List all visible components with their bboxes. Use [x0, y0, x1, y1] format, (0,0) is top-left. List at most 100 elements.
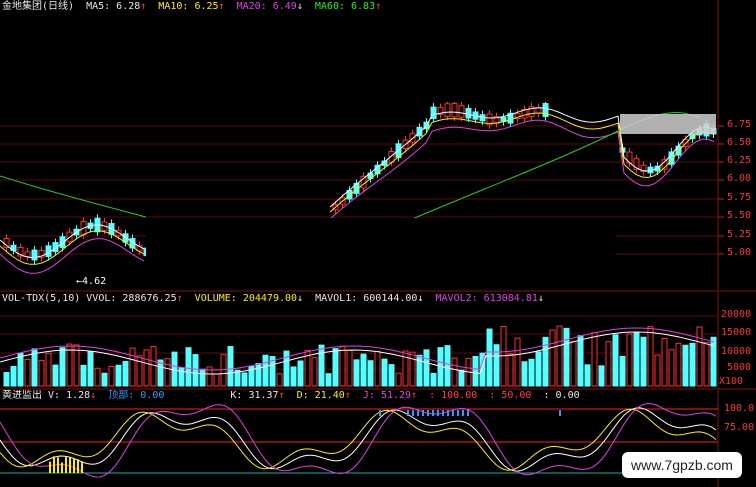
volume-bar: [535, 351, 542, 387]
volume-bar: [661, 338, 668, 387]
volume-bar: [570, 340, 577, 387]
y-tick-5-50: 5.50: [727, 210, 752, 221]
volume-bar: [668, 349, 675, 387]
volume-panel: VOL-TDX(5,10) VVOL: 288676.25↑ VOLUME: 2…: [0, 292, 756, 390]
volume-bar: [675, 342, 682, 387]
volume-bar: [451, 357, 458, 387]
volume-bar: [108, 365, 115, 387]
volume-bar: [262, 354, 269, 387]
volume-bar: [339, 345, 346, 387]
low-price-marker: ←4.62: [76, 276, 107, 287]
volume-bar: [143, 349, 150, 387]
volume-bar: [115, 364, 122, 387]
volume-bar: [710, 336, 717, 387]
volume-bar: [87, 351, 94, 387]
volume-chart: [0, 292, 756, 390]
ind-tick-100: 100.0: [724, 403, 755, 414]
y-tick-5-25: 5.25: [727, 229, 752, 240]
volume-bar: [122, 360, 129, 387]
masked-area-top: [430, 0, 716, 102]
candle-body: [59, 236, 66, 248]
y-tick-6-25: 6.25: [727, 155, 752, 166]
volume-bar: [514, 337, 521, 387]
volume-bar: [332, 348, 339, 387]
volume-bar: [353, 359, 360, 387]
volume-bar: [52, 364, 59, 387]
volume-bar: [381, 358, 388, 387]
volume-bar: [458, 369, 465, 387]
volume-bar: [577, 335, 584, 387]
volume-bar: [556, 325, 563, 387]
volume-bar: [549, 329, 556, 387]
price-chart: [0, 0, 756, 292]
k-line: [0, 407, 717, 472]
volume-bar: [626, 333, 633, 387]
volume-bar: [311, 357, 318, 387]
volume-bar: [94, 367, 101, 387]
volume-bar: [255, 363, 262, 387]
price-panel: 金地集团(日线) MA5: 6.28↑ MA10: 6.25↑ MA20: 6.…: [0, 0, 756, 292]
volume-bar: [598, 365, 605, 387]
volume-bar: [367, 360, 374, 387]
volume-bar: [199, 368, 206, 387]
y-tick-6-50: 6.50: [727, 137, 752, 148]
vol-tick-15000: 15000: [721, 327, 752, 338]
volume-bar: [388, 364, 395, 387]
volume-bar: [241, 372, 248, 387]
volume-bar: [521, 361, 528, 387]
volume-bar: [528, 358, 535, 387]
y-tick-5-75: 5.75: [727, 192, 752, 203]
candle-body: [24, 251, 31, 258]
volume-bar: [591, 332, 598, 387]
volume-bar: [612, 334, 619, 387]
volume-bar: [192, 354, 199, 387]
candle-body: [535, 107, 542, 114]
volume-bar: [360, 353, 367, 387]
candle-body: [444, 103, 451, 117]
volume-bar: [486, 328, 493, 387]
volume-bar: [703, 341, 710, 387]
j-line: [0, 402, 717, 478]
vol-tick-5000: 5000: [727, 362, 752, 373]
volume-bar: [346, 349, 353, 387]
volume-bar: [682, 344, 689, 387]
vol-tick-20000: 20000: [721, 309, 752, 320]
volume-bar: [10, 365, 17, 387]
vol-tick-10000: 10000: [721, 346, 752, 357]
vol-tick-x100: X100: [719, 376, 744, 387]
volume-bar: [409, 351, 416, 387]
volume-bar: [276, 373, 283, 387]
y-tick-6-75: 6.75: [727, 119, 752, 130]
ind-tick-75: 75.00: [724, 422, 755, 433]
volume-bar: [696, 326, 703, 387]
volume-bar: [395, 372, 402, 387]
candle-body: [416, 126, 423, 137]
volume-bar: [45, 352, 52, 387]
volume-bar: [689, 342, 696, 387]
volume-bar: [619, 355, 626, 387]
volume-bar: [129, 347, 136, 387]
volume-bar: [227, 346, 234, 387]
volume-bar: [605, 341, 612, 387]
y-tick-5-00: 5.00: [727, 247, 752, 258]
volume-bar: [150, 346, 157, 387]
candle-body: [465, 108, 472, 119]
volume-bar: [38, 359, 45, 387]
candle-body: [31, 249, 38, 261]
volume-bar: [290, 366, 297, 387]
volume-bar: [59, 347, 66, 387]
volume-bar: [430, 372, 437, 387]
volume-bar: [507, 353, 514, 387]
volume-bar: [136, 355, 143, 387]
volume-bar: [213, 373, 220, 387]
volume-bar: [185, 347, 192, 387]
highlight-box: [620, 114, 716, 134]
volume-bar: [297, 360, 304, 387]
volume-bar: [157, 359, 164, 387]
volume-bar: [647, 326, 654, 387]
y-tick-6-00: 6.00: [727, 173, 752, 184]
candle-body: [458, 105, 465, 118]
volume-bar: [17, 352, 24, 387]
volume-bar: [325, 373, 332, 387]
volume-bar: [633, 331, 640, 387]
